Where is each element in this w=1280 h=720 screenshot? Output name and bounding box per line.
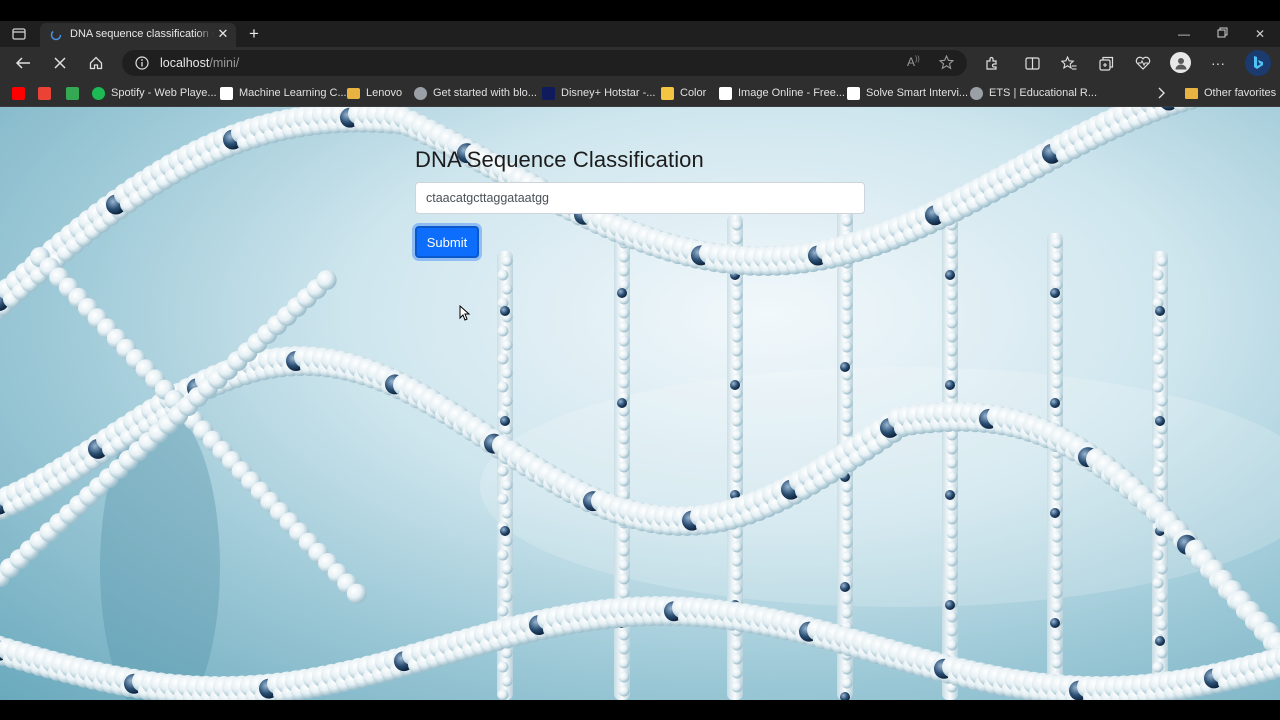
window-close-icon[interactable]: ✕ bbox=[1251, 26, 1269, 42]
info-icon[interactable] bbox=[135, 56, 149, 70]
color-icon bbox=[661, 86, 674, 100]
other-favorites-label: Other favorites bbox=[1204, 87, 1277, 99]
loading-icon bbox=[50, 29, 62, 41]
profile-avatar-icon[interactable] bbox=[1170, 52, 1191, 73]
bookmark-item[interactable]: ETS | Educational R... bbox=[970, 85, 1097, 101]
bookmark-item[interactable]: Color bbox=[661, 85, 706, 101]
ml-icon bbox=[220, 86, 233, 100]
bookmark-item[interactable]: Lenovo bbox=[347, 85, 402, 101]
dna-sequence-input[interactable] bbox=[415, 182, 865, 214]
other-favorites[interactable]: Other favorites bbox=[1185, 85, 1276, 101]
bookmark-label: ETS | Educational R... bbox=[989, 87, 1098, 99]
restore-icon[interactable] bbox=[1213, 26, 1231, 42]
close-icon[interactable]: ✕ bbox=[216, 27, 230, 41]
screen-frame: DNA sequence classification usin ✕ + — ✕… bbox=[0, 0, 1280, 720]
ets-icon bbox=[970, 86, 983, 100]
bookmarks-overflow-chevron-icon[interactable] bbox=[1157, 85, 1165, 101]
favorite-star-icon[interactable] bbox=[939, 55, 954, 70]
io-icon bbox=[719, 86, 732, 100]
bookmark-item[interactable] bbox=[66, 85, 85, 101]
minimize-icon[interactable]: — bbox=[1175, 26, 1193, 42]
bookmark-label: Spotify - Web Playe... bbox=[111, 87, 217, 99]
toolbar: localhost/mini/ A)) ··· bbox=[0, 47, 1280, 79]
bookmark-label: Lenovo bbox=[366, 87, 403, 99]
url-path: /mini/ bbox=[209, 56, 240, 70]
bookmark-item[interactable]: Get started with blo... bbox=[414, 85, 537, 101]
bookmark-item[interactable] bbox=[12, 85, 31, 101]
tab-actions-icon[interactable] bbox=[8, 26, 30, 42]
bookmark-label: Image Online - Free... bbox=[738, 87, 845, 99]
address-bar[interactable]: localhost/mini/ A)) bbox=[122, 50, 967, 76]
submit-button[interactable]: Submit bbox=[415, 226, 479, 258]
back-icon[interactable] bbox=[13, 54, 33, 72]
extensions-icon[interactable] bbox=[982, 54, 1000, 72]
bookmarks-bar: Other favorites Spotify - Web Playe... Ma… bbox=[0, 79, 1280, 107]
browser-essentials-icon[interactable] bbox=[1134, 54, 1152, 72]
bookmark-label: Color bbox=[680, 87, 707, 99]
home-icon[interactable] bbox=[86, 54, 106, 72]
bookmark-item[interactable]: Image Online - Free... bbox=[719, 85, 845, 101]
bookmark-label: Disney+ Hotstar -... bbox=[561, 87, 656, 99]
he-icon bbox=[847, 86, 860, 100]
blog-icon bbox=[414, 86, 427, 100]
stop-loading-icon[interactable] bbox=[50, 54, 70, 72]
url-host: localhost bbox=[160, 56, 210, 70]
split-screen-icon[interactable] bbox=[1023, 54, 1041, 72]
tab-active[interactable]: DNA sequence classification usin ✕ bbox=[40, 23, 236, 47]
hotstar-icon bbox=[542, 86, 555, 100]
bing-copilot-icon[interactable] bbox=[1245, 50, 1271, 76]
collections-icon[interactable] bbox=[1097, 54, 1115, 72]
classification-form: DNA Sequence Classification Submit bbox=[415, 147, 865, 258]
folder-icon bbox=[1185, 87, 1198, 99]
read-aloud-icon[interactable]: A)) bbox=[907, 55, 920, 69]
bookmark-label: Solve Smart Intervi... bbox=[866, 87, 969, 99]
more-options-icon[interactable]: ··· bbox=[1209, 54, 1227, 72]
browser-window: DNA sequence classification usin ✕ + — ✕… bbox=[0, 21, 1280, 700]
folder-icon bbox=[347, 87, 360, 99]
bookmark-label: Machine Learning C... bbox=[239, 87, 347, 99]
bookmark-item[interactable]: Solve Smart Intervi... bbox=[847, 85, 968, 101]
url-text: localhost/mini/ bbox=[160, 56, 239, 70]
new-tab-icon[interactable]: + bbox=[244, 25, 264, 43]
tab-title: DNA sequence classification usin bbox=[70, 28, 214, 40]
gmail-icon bbox=[38, 86, 51, 100]
bookmark-item[interactable]: Machine Learning C... bbox=[220, 85, 347, 101]
bookmark-item[interactable]: Spotify - Web Playe... bbox=[92, 85, 217, 101]
bookmark-item[interactable]: Disney+ Hotstar -... bbox=[542, 85, 655, 101]
google-drive-icon bbox=[66, 86, 79, 100]
spotify-icon bbox=[92, 86, 105, 100]
page-content: DNA Sequence Classification Submit bbox=[0, 107, 1280, 700]
page-title: DNA Sequence Classification bbox=[415, 147, 704, 172]
mouse-cursor-icon bbox=[459, 305, 471, 321]
favorites-icon[interactable] bbox=[1060, 54, 1078, 72]
bookmark-item[interactable] bbox=[38, 85, 57, 101]
tab-strip: DNA sequence classification usin ✕ + — ✕ bbox=[0, 21, 1280, 47]
bookmark-label: Get started with blo... bbox=[433, 87, 537, 99]
youtube-icon bbox=[12, 86, 25, 100]
